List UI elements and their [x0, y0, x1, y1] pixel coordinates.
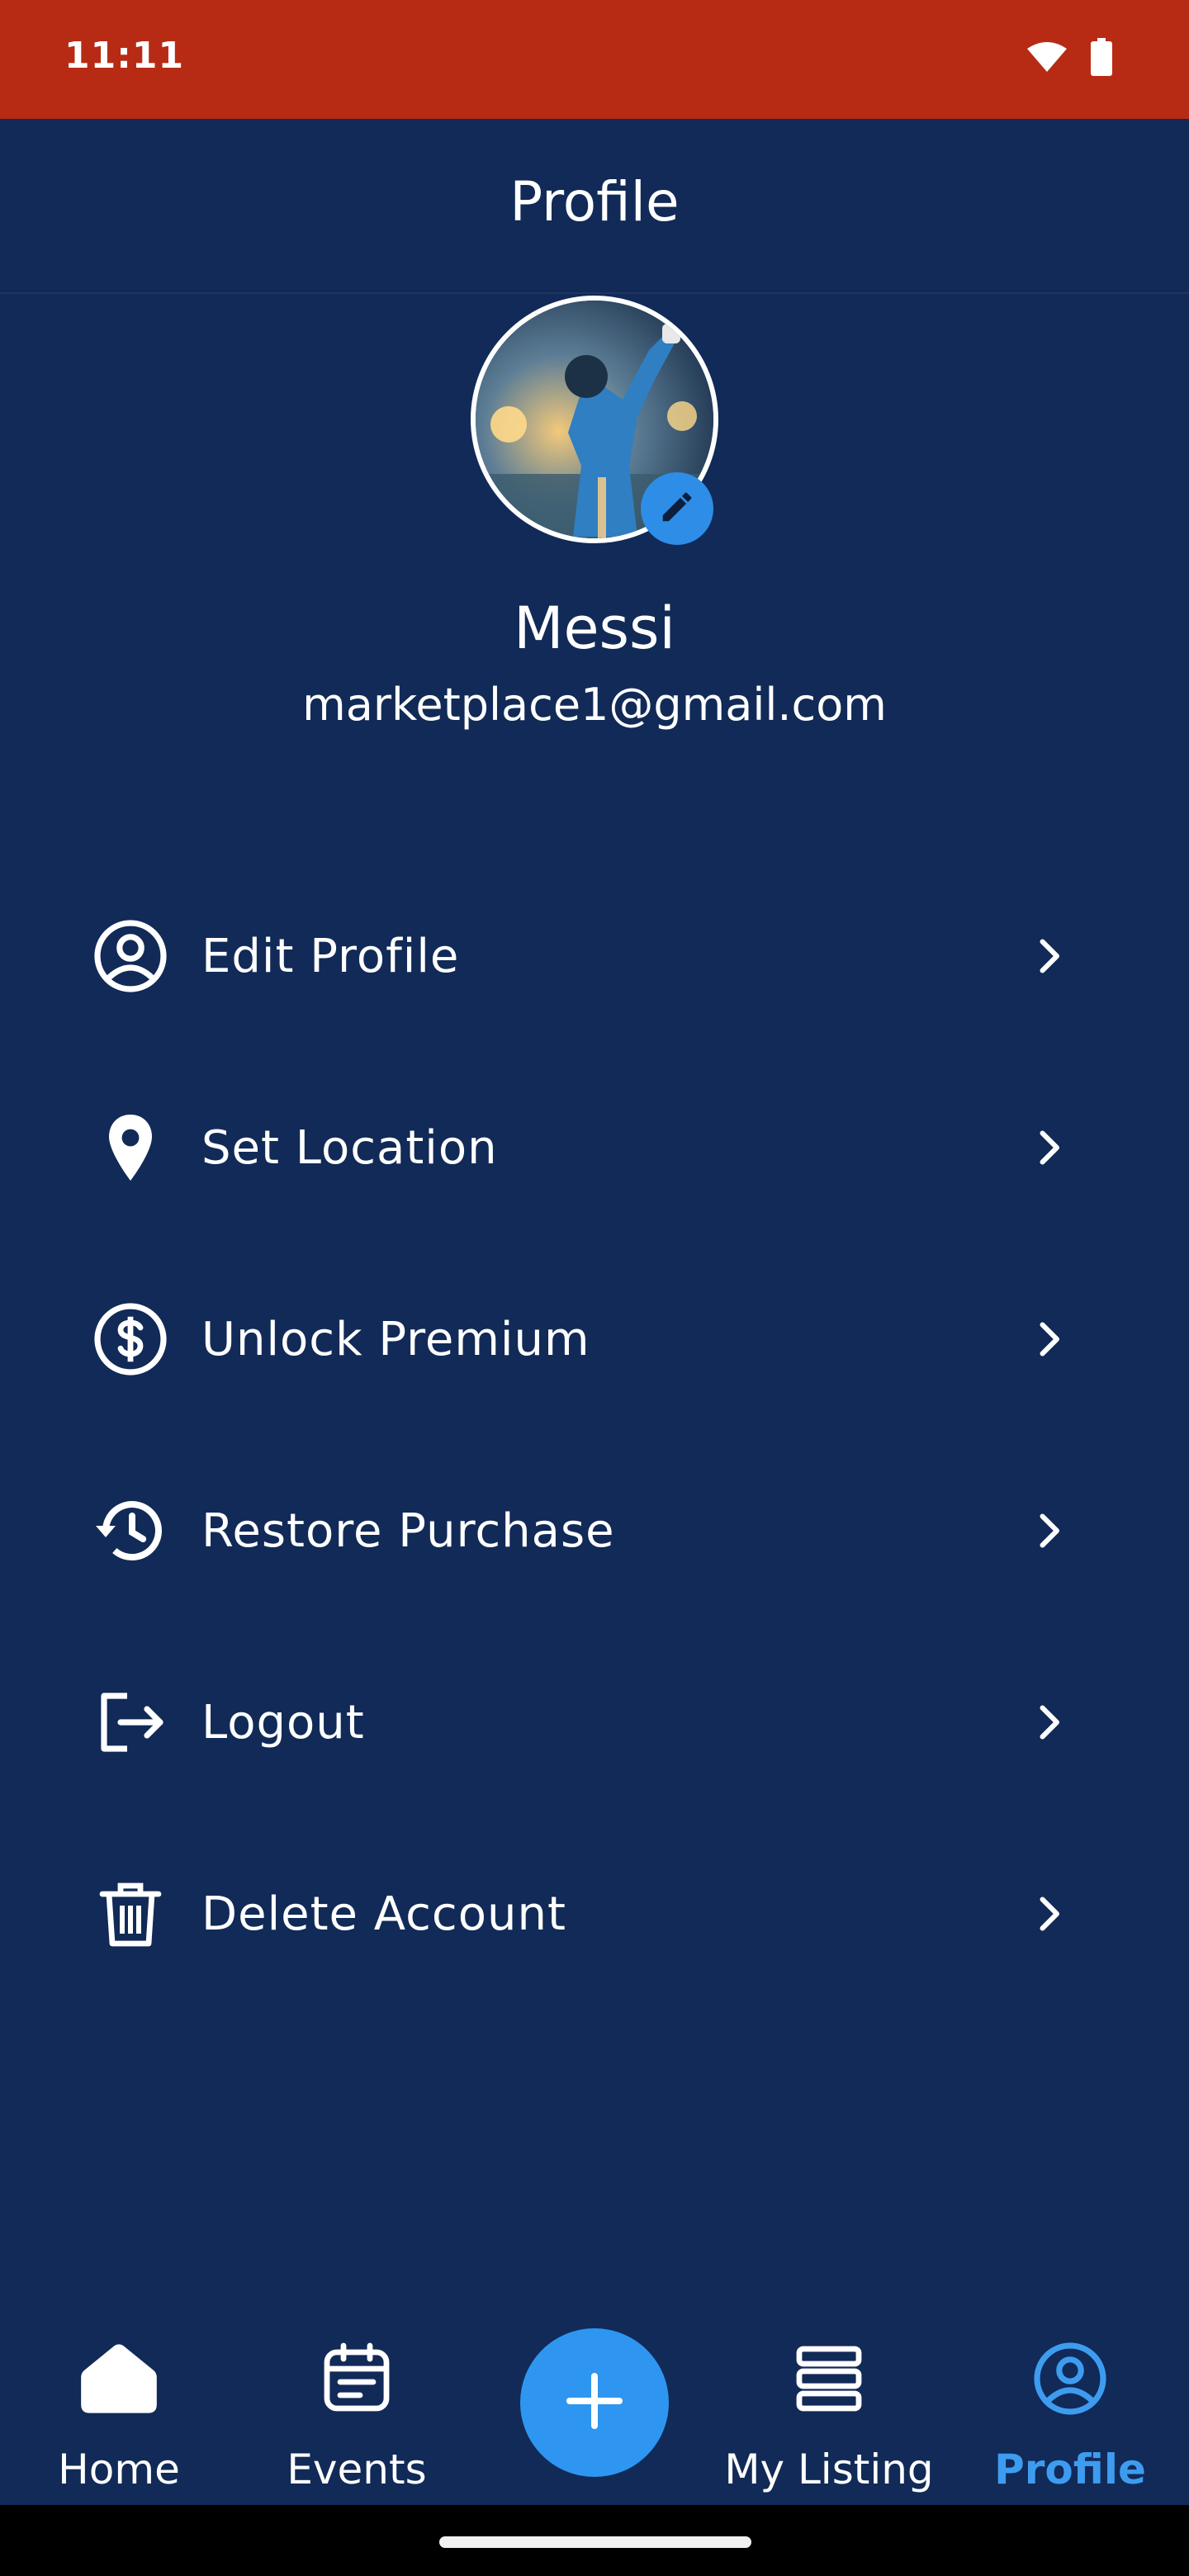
- menu-label: Logout: [201, 1695, 365, 1750]
- status-icons: [1026, 38, 1113, 79]
- menu-item-edit-profile[interactable]: Edit Profile: [91, 890, 1098, 1022]
- profile-icon: [1025, 2333, 1116, 2424]
- pencil-icon: [658, 488, 696, 529]
- chevron-right-icon: [1016, 1881, 1082, 1947]
- menu-label: Restore Purchase: [201, 1503, 615, 1558]
- edit-avatar-button[interactable]: [641, 472, 713, 545]
- home-icon: [73, 2333, 164, 2424]
- home-indicator[interactable]: [439, 2536, 751, 2548]
- menu-label: Unlock Premium: [201, 1312, 590, 1366]
- menu-label: Set Location: [201, 1120, 498, 1175]
- chevron-right-icon: [1016, 923, 1082, 989]
- status-bar: 11:11: [0, 0, 1189, 119]
- calendar-icon: [311, 2333, 402, 2424]
- system-nav-bar: [0, 2505, 1189, 2576]
- add-listing-button[interactable]: [520, 2328, 669, 2477]
- avatar-container[interactable]: [471, 296, 718, 545]
- nav-item-events[interactable]: Events: [258, 2333, 456, 2498]
- wifi-icon: [1026, 40, 1068, 77]
- nav-item-home[interactable]: Home: [20, 2333, 218, 2498]
- chevron-right-icon: [1016, 1115, 1082, 1181]
- chevron-right-icon: [1016, 1306, 1082, 1372]
- nav-label: Home: [58, 2446, 180, 2493]
- menu-label: Edit Profile: [201, 929, 460, 983]
- menu-item-restore-purchase[interactable]: Restore Purchase: [91, 1465, 1098, 1597]
- plus-icon: [561, 2368, 628, 2437]
- user-email: marketplace1@gmail.com: [302, 679, 887, 731]
- menu-item-unlock-premium[interactable]: Unlock Premium: [91, 1273, 1098, 1405]
- location-pin-icon: [91, 1106, 201, 1189]
- list-icon: [784, 2333, 874, 2424]
- menu-item-set-location[interactable]: Set Location: [91, 1082, 1098, 1214]
- menu-item-delete-account[interactable]: Delete Account: [91, 1848, 1098, 1980]
- dollar-circle-icon: [91, 1298, 201, 1380]
- user-name: Messi: [514, 594, 675, 662]
- nav-label: My Listing: [724, 2446, 934, 2493]
- nav-item-my-listing[interactable]: My Listing: [724, 2333, 934, 2498]
- nav-item-profile[interactable]: Profile: [971, 2333, 1169, 2498]
- chevron-right-icon: [1016, 1498, 1082, 1564]
- battery-icon: [1090, 38, 1113, 79]
- menu-item-logout[interactable]: Logout: [91, 1656, 1098, 1788]
- nav-label: Events: [287, 2446, 427, 2493]
- history-icon: [91, 1489, 201, 1572]
- status-time: 11:11: [64, 35, 185, 77]
- trash-icon: [91, 1873, 201, 1955]
- menu-label: Delete Account: [201, 1887, 566, 1941]
- chevron-right-icon: [1016, 1689, 1082, 1755]
- logout-icon: [91, 1681, 201, 1764]
- page-title: Profile: [509, 170, 680, 234]
- app-header: Profile: [0, 119, 1189, 294]
- nav-label: Profile: [994, 2446, 1146, 2493]
- account-circle-icon: [91, 915, 201, 997]
